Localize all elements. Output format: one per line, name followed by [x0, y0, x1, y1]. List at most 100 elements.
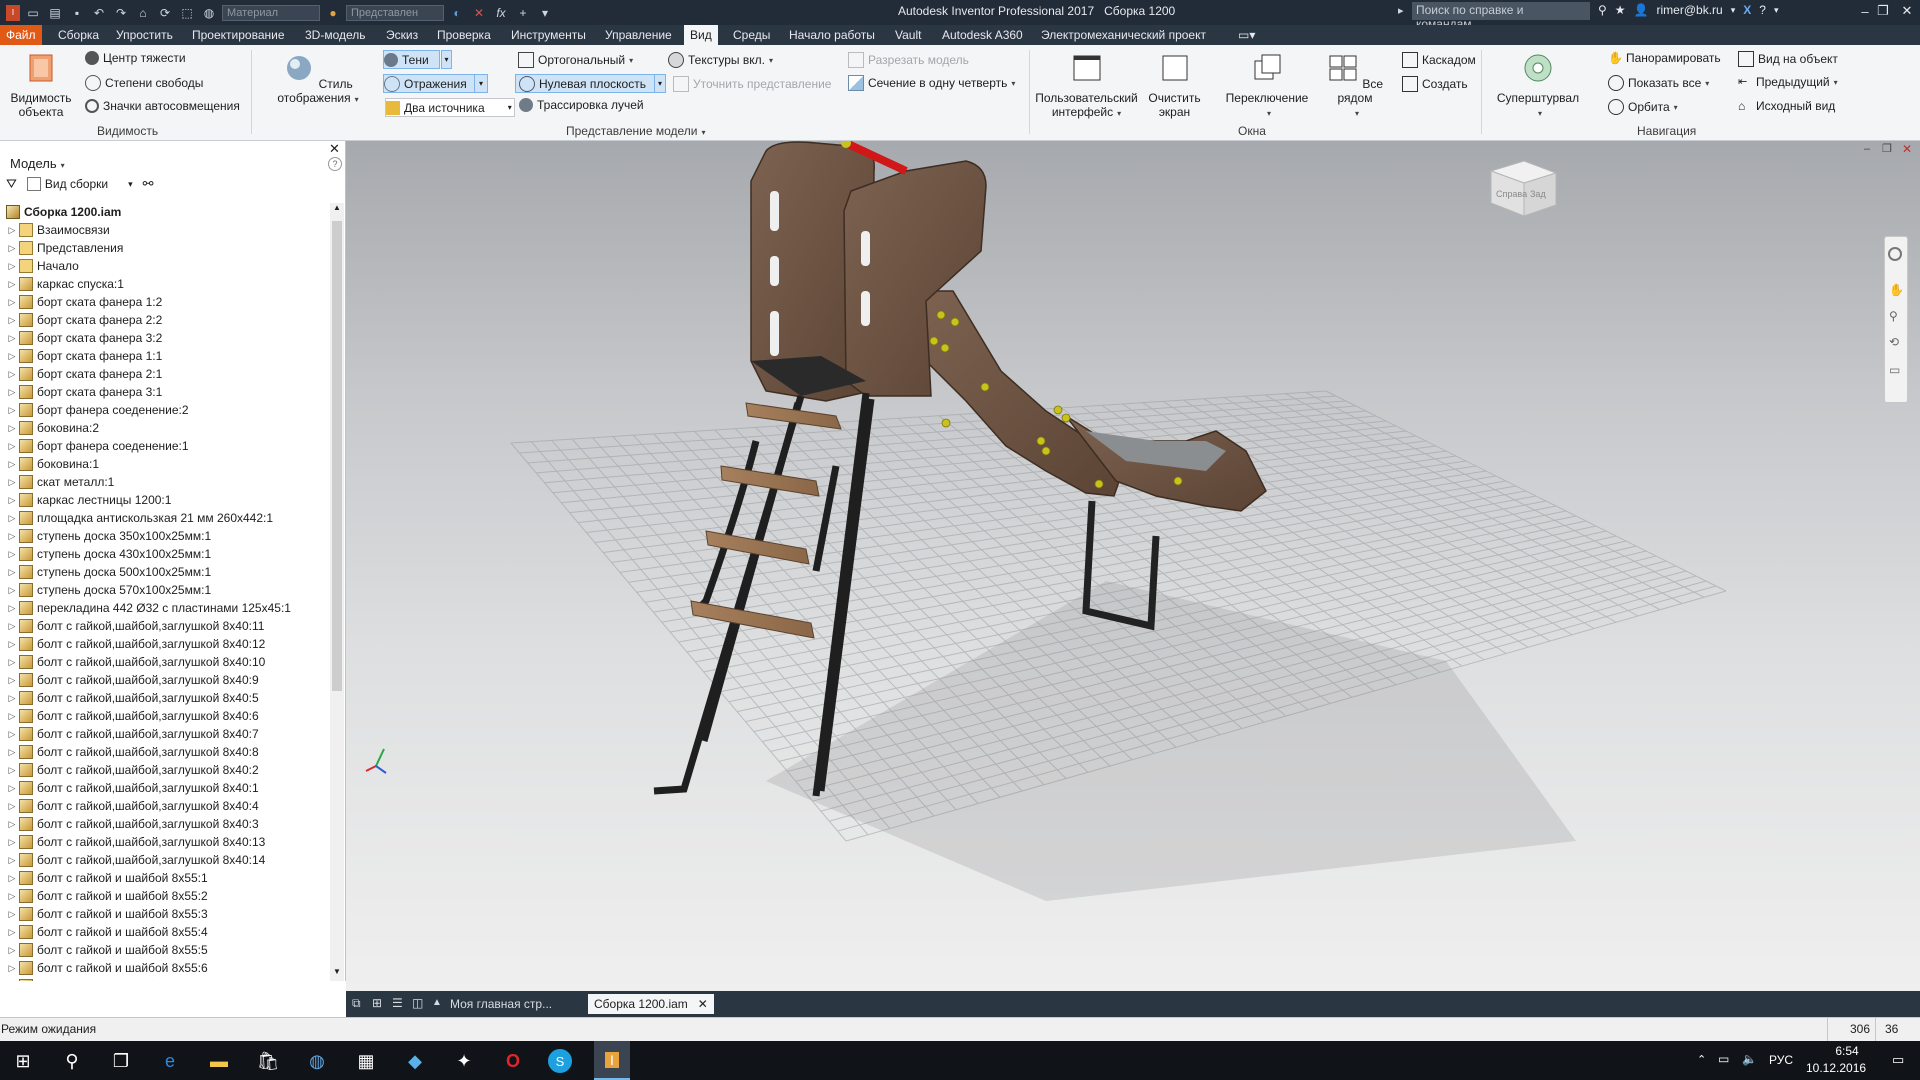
expand-icon[interactable]: ▷	[7, 815, 17, 833]
measure-icon[interactable]: ✕	[470, 5, 488, 21]
previous-chevron-icon[interactable]: ▾	[1834, 78, 1838, 87]
expand-search-icon[interactable]: ▸	[1398, 4, 1404, 17]
shadows-dropdown-icon[interactable]: ▾	[441, 50, 452, 69]
previous-view-button[interactable]: ⇤ Предыдущий ▾	[1738, 75, 1838, 89]
expand-icon[interactable]: ▷	[7, 383, 17, 401]
tree-item[interactable]: ▷ борт фанера соеденение:1	[0, 437, 189, 455]
viewcube-left-face[interactable]: Справа	[1496, 189, 1527, 199]
orbit-chevron-icon[interactable]: ▾	[1674, 103, 1678, 112]
store-icon[interactable]: 🛍	[254, 1047, 282, 1075]
find-binoculars-icon[interactable]: ⚯	[143, 176, 154, 192]
tab-simplify[interactable]: Упростить	[110, 25, 179, 45]
expand-icon[interactable]: ▷	[7, 761, 17, 779]
close-doc-tab-icon[interactable]: ✕	[698, 994, 708, 1014]
tab-inspect[interactable]: Проверка	[431, 25, 497, 45]
tree-item[interactable]: ▷ площадка антискользкая 21 мм 260х442:1	[0, 509, 273, 527]
close-browser-icon[interactable]: ✕	[329, 141, 340, 157]
search-taskbar-icon[interactable]: ⚲	[58, 1047, 86, 1075]
help-search-input[interactable]: Поиск по справке и командам...	[1412, 2, 1590, 31]
tree-item[interactable]: ▷ болт с гайкой,шайбой,заглушкой 8х40:8	[0, 743, 259, 761]
help-icon[interactable]: ?	[1759, 3, 1766, 17]
clean-screen-button[interactable]: Очистить экран	[1143, 52, 1206, 119]
filter-icon[interactable]: ⛛	[6, 176, 17, 192]
expand-icon[interactable]: ▷	[7, 257, 17, 275]
app-icon-3[interactable]: ✦	[450, 1047, 478, 1075]
ribbon-options-icon[interactable]: ▭▾	[1232, 25, 1261, 45]
tile-docs-icon[interactable]: ⊞	[372, 996, 382, 1010]
model-render[interactable]: Справа Зад	[346, 141, 1920, 991]
viewport-minimize-icon[interactable]: ‒	[1864, 143, 1870, 155]
expand-icon[interactable]: ▷	[7, 869, 17, 887]
edge-icon[interactable]: e	[156, 1047, 184, 1075]
orthographic-chevron-icon[interactable]: ▾	[629, 56, 633, 65]
tree-item[interactable]: ▷ каркас лестницы 1200:1	[0, 491, 171, 509]
horizontal-docs-icon[interactable]: ☰	[392, 996, 403, 1010]
tab-view[interactable]: Вид	[684, 25, 718, 45]
autodrop-glyphs-button[interactable]: Значки автосовмещения	[85, 99, 240, 113]
expand-icon[interactable]: ▷	[7, 329, 17, 347]
tree-item[interactable]: ▷ Взаимосвязи	[0, 221, 110, 239]
quarter-section-chevron-icon[interactable]: ▾	[1011, 79, 1015, 88]
tree-item[interactable]: ▷ ступень доска 570х100х25мм:1	[0, 581, 211, 599]
expand-icon[interactable]: ▷	[7, 941, 17, 959]
tile-all-chevron-icon[interactable]: ▾	[1355, 109, 1359, 118]
nav-wheel-icon[interactable]	[1888, 247, 1902, 261]
ray-tracing-button[interactable]: Трассировка лучей	[519, 98, 644, 112]
expand-icon[interactable]: ▷	[7, 365, 17, 383]
tree-item[interactable]: ▷ болт с гайкой и шайбой 8х55:2	[0, 887, 208, 905]
tree-root[interactable]: Сборка 1200.iam	[0, 203, 121, 221]
tree-item[interactable]: ▷ болт с гайкой,шайбой,заглушкой 8х40:2	[0, 761, 259, 779]
tray-volume-icon[interactable]: 🔈	[1742, 1052, 1757, 1066]
object-visibility-button[interactable]: Видимость объекта	[6, 52, 76, 119]
user-name[interactable]: rimer@bk.ru	[1657, 3, 1723, 17]
expand-icon[interactable]: ▷	[7, 455, 17, 473]
user-menu-chevron-icon[interactable]: ▾	[1731, 5, 1736, 16]
viewcube-back-face[interactable]: Зад	[1530, 189, 1546, 199]
ground-plane-dropdown-icon[interactable]: ▾	[654, 74, 666, 93]
cascade-button[interactable]: Каскадом	[1402, 52, 1476, 68]
expand-icon[interactable]: ▷	[7, 725, 17, 743]
expand-icon[interactable]: ▷	[7, 599, 17, 617]
expand-icon[interactable]: ▷	[7, 923, 17, 941]
browser-header[interactable]: Модель ▾	[10, 156, 65, 171]
shadows-button[interactable]: Тени	[383, 50, 440, 69]
view-mode-label[interactable]: Вид сборки	[45, 177, 108, 191]
tray-network-icon[interactable]: ▭	[1718, 1052, 1729, 1066]
tree-item[interactable]: ▷ болт с гайкой,шайбой,заглушкой 8х40:7	[0, 725, 259, 743]
home-icon[interactable]: ⌂	[134, 5, 152, 21]
expand-icon[interactable]: ▷	[7, 437, 17, 455]
redo-icon[interactable]: ↷	[112, 5, 130, 21]
quarter-section-button[interactable]: Сечение в одну четверть ▾	[848, 75, 1015, 91]
undo-icon[interactable]: ↶	[90, 5, 108, 21]
scrollbar-thumb[interactable]	[332, 221, 342, 691]
tile-all-button[interactable]: Все рядом ▾	[1320, 52, 1390, 121]
tree-item[interactable]: ▷ борт ската фанера 3:1	[0, 383, 162, 401]
color-wheel-icon[interactable]: ●	[324, 5, 342, 21]
material-select[interactable]: Материал	[222, 4, 320, 21]
tree-item[interactable]: ▷ болт с гайкой и шайбой 8х55:5	[0, 941, 208, 959]
textures-button[interactable]: Текстуры вкл. ▾	[668, 52, 773, 68]
look-at-button[interactable]: Вид на объект	[1738, 51, 1838, 67]
expand-icon[interactable]: ▷	[7, 347, 17, 365]
tree-item[interactable]: ▷ болт с гайкой,шайбой,заглушкой 8х40:6	[0, 707, 259, 725]
expand-icon[interactable]: ▷	[7, 905, 17, 923]
tree-item[interactable]: ▷ борт ската фанера 1:2	[0, 293, 162, 311]
expand-icon[interactable]: ▷	[7, 977, 17, 981]
app-icon-1[interactable]: ◍	[303, 1047, 331, 1075]
appearance-select[interactable]: Представлен	[346, 4, 444, 21]
expand-icon[interactable]: ▷	[7, 779, 17, 797]
tab-file[interactable]: Файл	[0, 25, 42, 45]
language-indicator[interactable]: РУС	[1769, 1053, 1793, 1067]
expand-icon[interactable]: ▷	[7, 563, 17, 581]
tree-item[interactable]: ▷ борт ската фанера 2:1	[0, 365, 162, 383]
switch-chevron-icon[interactable]: ▾	[1267, 109, 1271, 118]
select-icon[interactable]: ⬚	[178, 5, 196, 21]
nav-zoom-icon[interactable]: ⚲	[1889, 309, 1898, 323]
tab-sketch[interactable]: Эскиз	[380, 25, 424, 45]
star-icon[interactable]: ★	[1615, 3, 1626, 17]
nav-orbit-icon[interactable]: ⟲	[1889, 335, 1899, 349]
expand-icon[interactable]: ▷	[7, 311, 17, 329]
tree-item[interactable]: ▷ болт с гайкой,шайбой,заглушкой 8х40:12	[0, 635, 265, 653]
display-style-button[interactable]: Стиль отображения ▾	[262, 52, 374, 107]
doc-list-icon[interactable]: ▲	[432, 997, 442, 1008]
